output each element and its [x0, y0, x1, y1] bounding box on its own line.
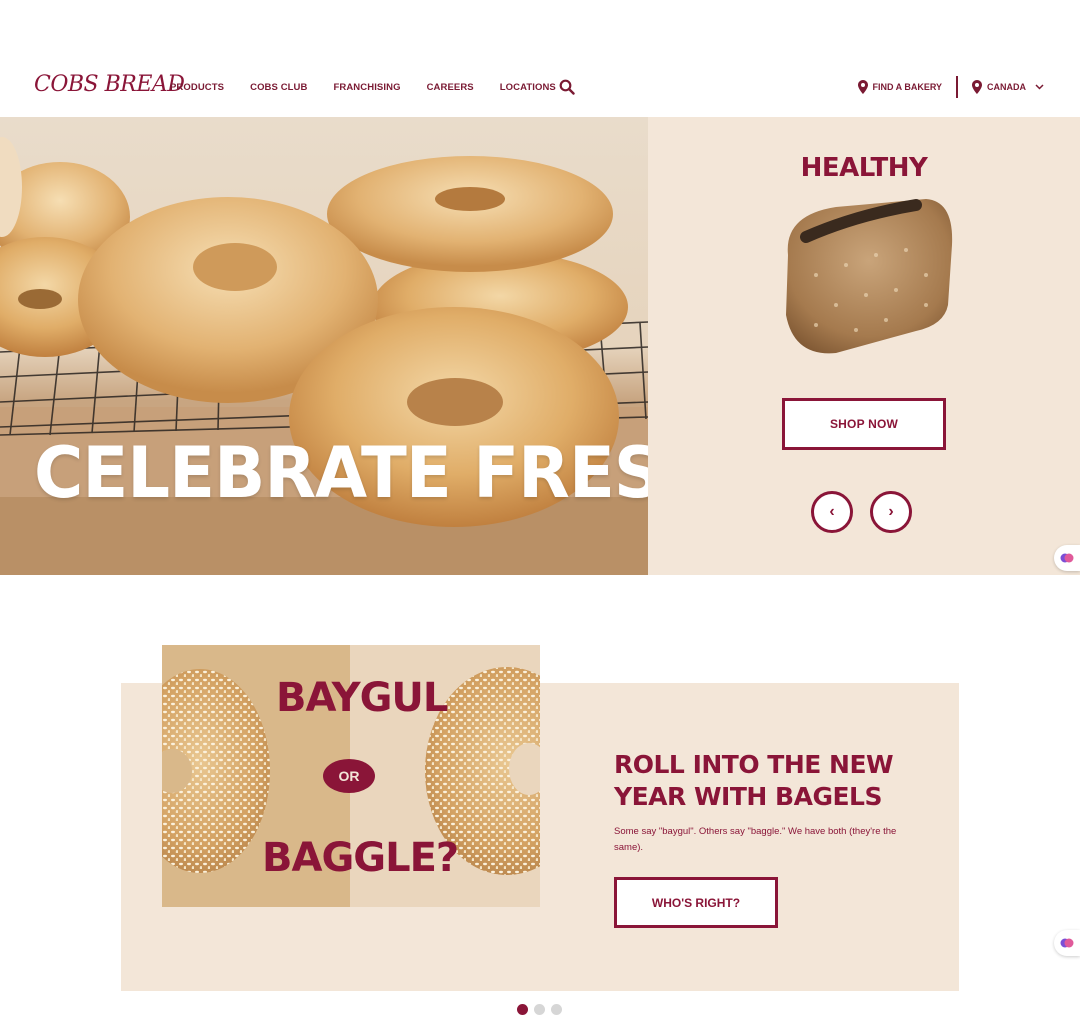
nav-locations[interactable]: LOCATIONS — [500, 82, 556, 93]
chevron-down-icon — [1035, 84, 1044, 90]
nav-cobs-club[interactable]: COBS CLUB — [250, 82, 307, 93]
brain-icon — [1060, 553, 1074, 563]
carousel-prev-button[interactable]: ‹ — [811, 491, 853, 533]
main-nav: PRODUCTS COBS CLUB FRANCHISING CAREERS L… — [170, 82, 556, 93]
whole-grain-loaf-image — [786, 199, 953, 354]
hero-panel: HEALTHY SHOP NOW ‹ › — [648, 117, 1080, 575]
carousel-dot-1[interactable] — [517, 1004, 528, 1015]
promo-title: ROLL INTO THE NEW YEAR WITH BAGELS — [614, 750, 894, 811]
or-badge: OR — [323, 759, 375, 793]
shop-now-button[interactable]: SHOP NOW — [782, 398, 946, 450]
nav-divider — [956, 76, 958, 98]
image-word-baygul: BAYGUL — [276, 675, 448, 721]
hero-title: CELEBRATE FRESH — [34, 432, 648, 514]
carousel-next-button[interactable]: › — [870, 491, 912, 533]
nav-products[interactable]: PRODUCTS — [170, 82, 224, 93]
nav-careers[interactable]: CAREERS — [427, 82, 474, 93]
floating-widget-icon[interactable] — [1054, 930, 1080, 956]
whos-right-button[interactable]: WHO'S RIGHT? — [614, 877, 778, 928]
hero-carousel: CELEBRATE FRESH HEALTHY SHOP NOW ‹ › — [0, 117, 1080, 575]
nav-franchising[interactable]: FRANCHISING — [333, 82, 400, 93]
location-pin-icon — [972, 80, 982, 94]
brain-icon — [1060, 938, 1074, 948]
floating-widget-icon[interactable] — [1054, 545, 1080, 571]
country-selector[interactable]: CANADA — [972, 80, 1044, 94]
site-header: COBS BREAD PRODUCTS COBS CLUB FRANCHISIN… — [0, 60, 1080, 117]
carousel-dot-3[interactable] — [551, 1004, 562, 1015]
country-label: CANADA — [987, 82, 1026, 92]
hero-image: CELEBRATE FRESH — [0, 117, 648, 575]
find-bakery-link[interactable]: FIND A BAKERY — [857, 80, 943, 94]
carousel-dots — [517, 1004, 562, 1015]
logo[interactable]: COBS BREAD — [34, 72, 185, 97]
location-pin-icon — [857, 80, 868, 94]
utility-nav: FIND A BAKERY CANADA — [857, 75, 1045, 99]
find-bakery-label: FIND A BAKERY — [872, 82, 943, 92]
slide-heading: HEALTHY — [800, 153, 928, 183]
promo-image: BAYGUL OR BAGGLE? — [162, 645, 540, 907]
search-icon[interactable] — [559, 79, 575, 95]
image-word-baggle: BAGGLE? — [262, 835, 459, 881]
carousel-dot-2[interactable] — [534, 1004, 545, 1015]
promo-text: Some say "baygul". Others say "baggle." … — [614, 826, 897, 853]
